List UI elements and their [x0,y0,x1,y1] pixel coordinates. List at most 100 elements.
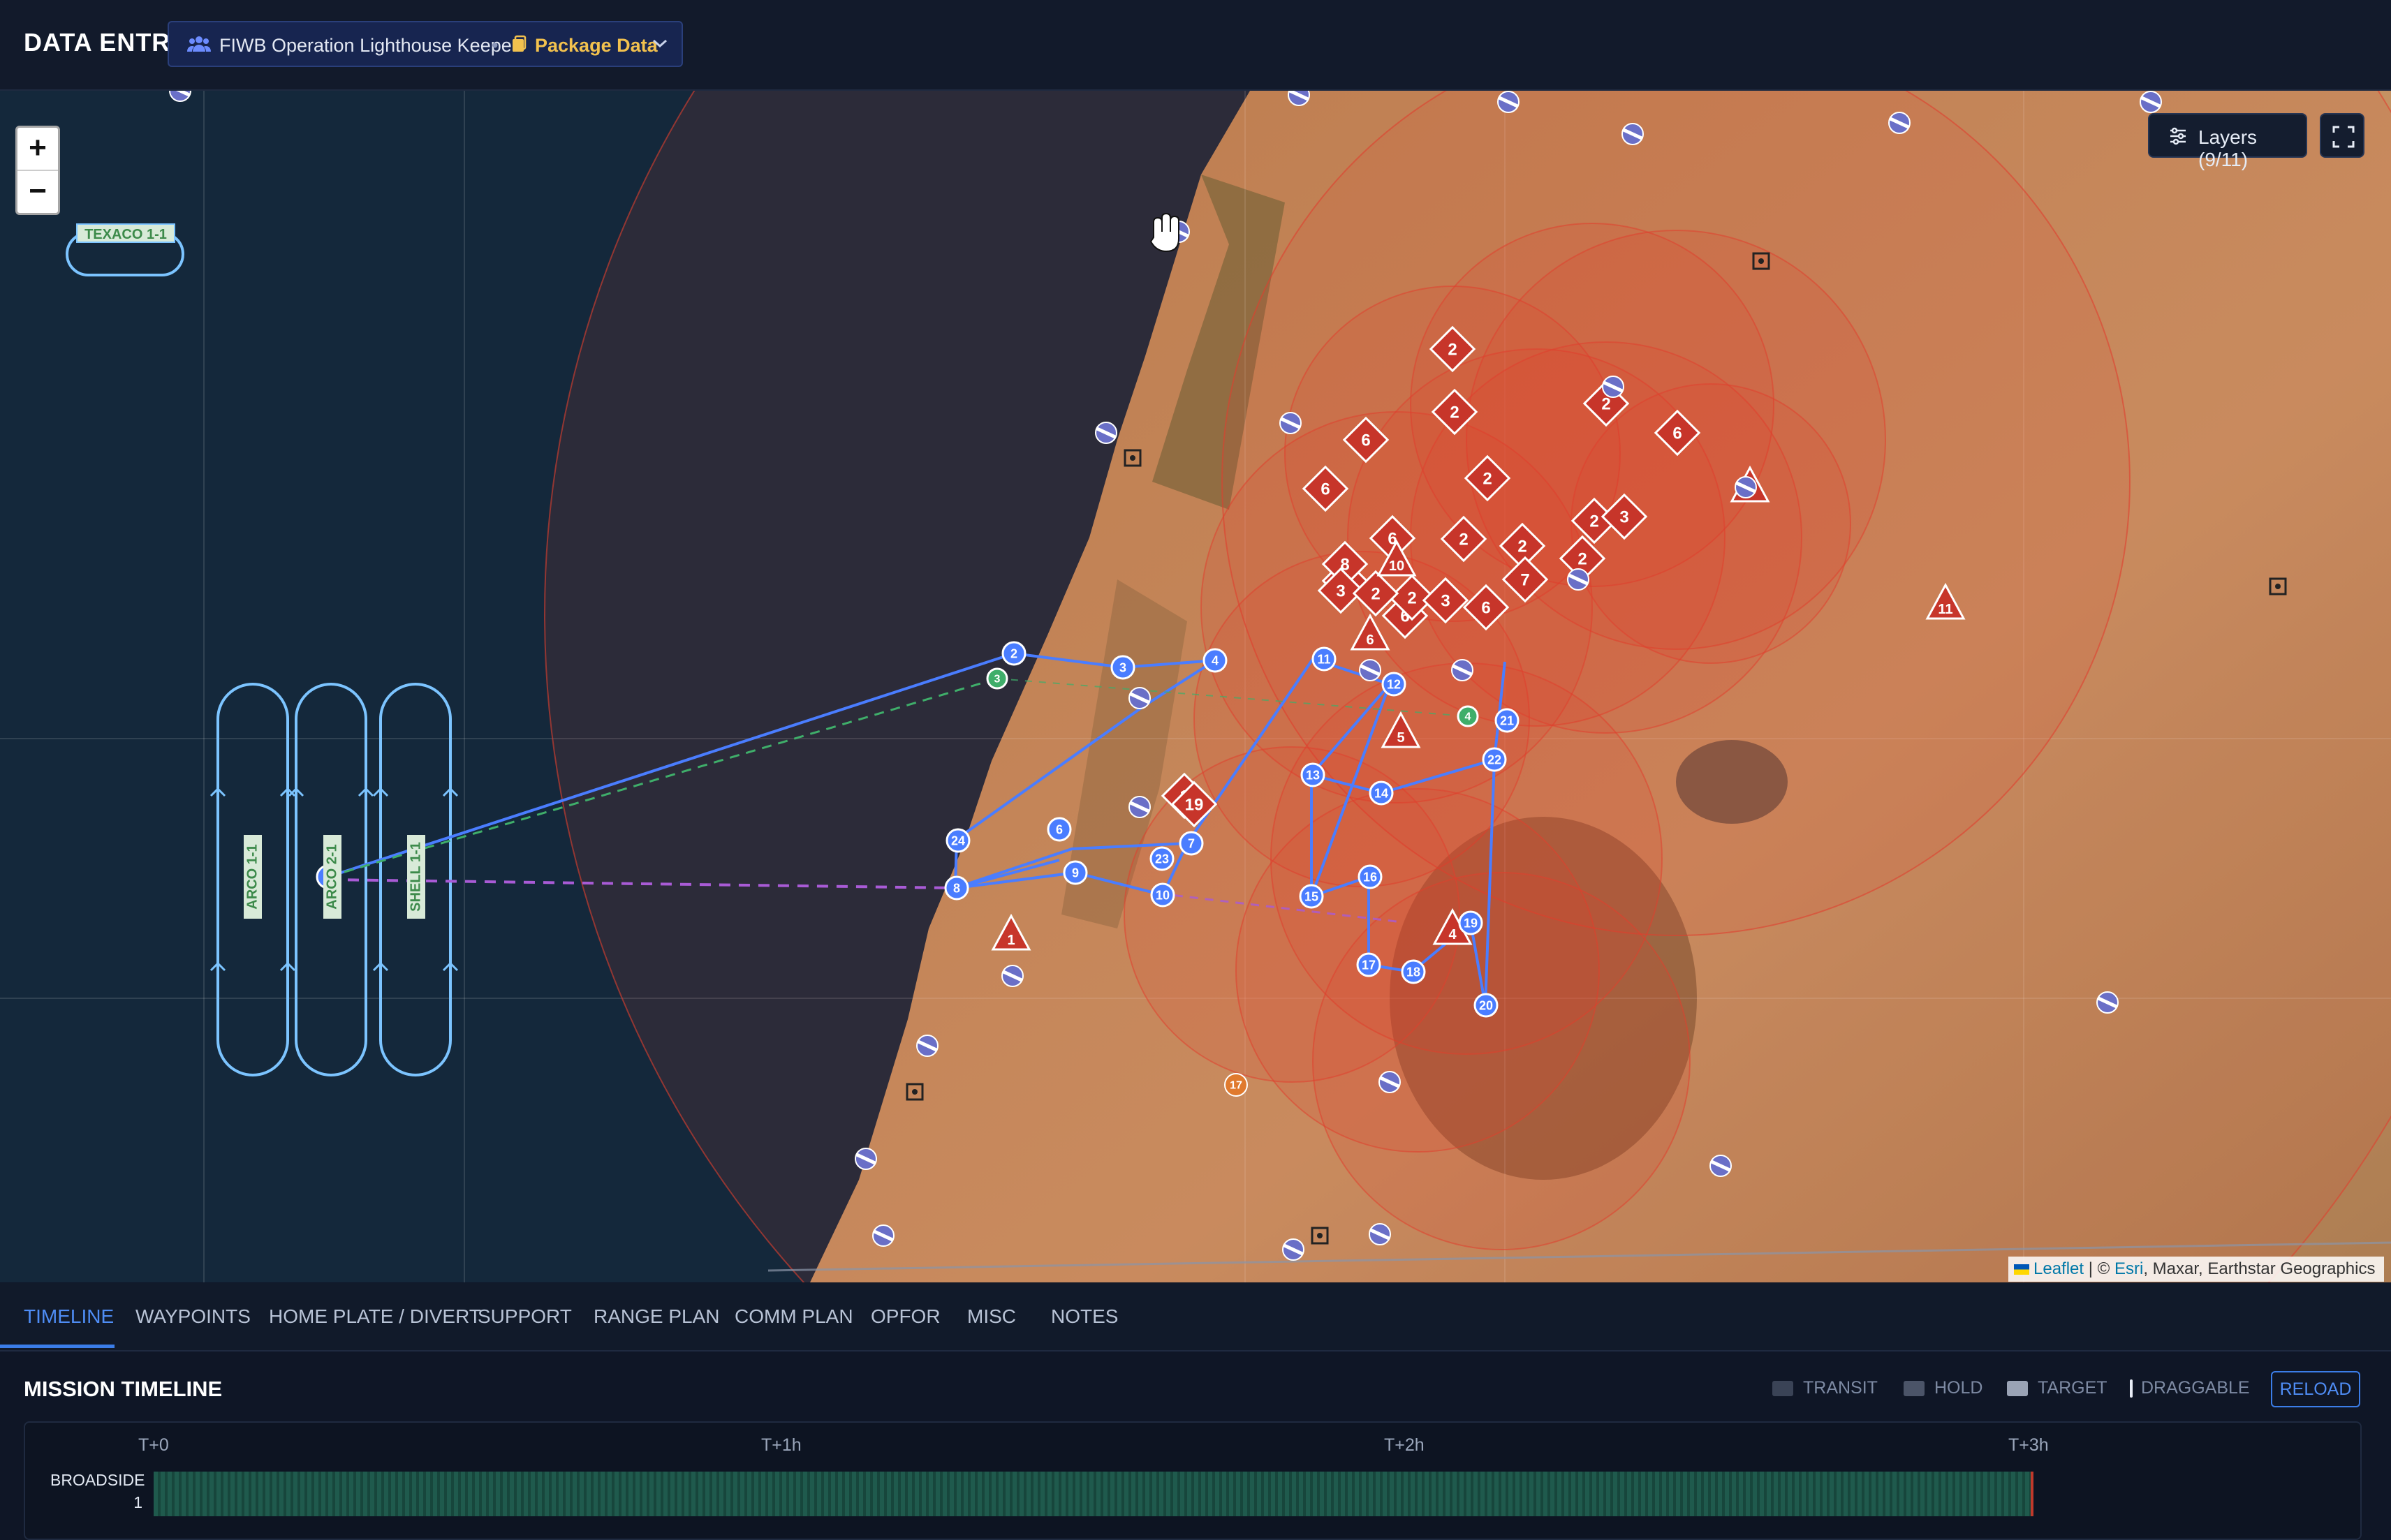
marker-label: 6 [1361,431,1370,450]
row-label-line1: BROADSIDE [50,1471,145,1489]
airfield-icon[interactable] [1128,687,1151,709]
airfield-icon[interactable] [1369,1223,1391,1245]
marker-label: 2 [1601,394,1610,413]
package-selector[interactable]: FIWB Operation Lighthouse Keeper • Packa… [168,21,683,67]
route-waypoint[interactable]: 3 [1110,655,1135,680]
chevron-down-icon [653,39,667,48]
marker-label: 1 [1007,933,1015,948]
route-waypoint[interactable]: 9 [1063,860,1088,885]
route-waypoint[interactable]: 6 [1047,817,1072,842]
tab-home-plate-divert[interactable]: HOME PLATE / DIVERT [269,1305,481,1328]
tanker-track-text: SHELL 1-1 [408,842,423,912]
route-waypoint[interactable]: 10 [1150,882,1175,908]
airfield-icon[interactable] [916,1035,939,1057]
marker-label: 20 [1479,998,1493,1012]
tick-t3h: T+3h [2008,1435,2049,1455]
esri-link[interactable]: Esri [2114,1259,2143,1278]
leaflet-link[interactable]: Leaflet [2033,1259,2084,1278]
airfield-icon[interactable] [2140,91,2162,113]
tick-t2h: T+2h [1384,1435,1425,1455]
tanker-track-label: TEXACO 1-1 [76,223,175,243]
route-waypoint[interactable]: 16 [1358,864,1383,889]
tab-notes[interactable]: NOTES [1051,1305,1118,1328]
route-waypoint[interactable]: 2 [1001,641,1027,666]
route-waypoint[interactable]: 17 [1356,952,1381,977]
route-waypoint[interactable]: 11 [1311,646,1337,672]
tanker-track-text: ARCO 2-1 [324,844,339,909]
legend-transit: TRANSIT [1803,1378,1878,1398]
marker-label: 2 [1371,584,1380,603]
timeline-row-label: BROADSIDE 1 [50,1469,145,1513]
route-waypoint[interactable]: 8 [944,875,969,901]
tab-comm-plan[interactable]: COMM PLAN [735,1305,853,1328]
tab-range-plan[interactable]: RANGE PLAN [594,1305,720,1328]
route-waypoint[interactable]: 21 [1494,708,1520,733]
orange-point[interactable]: 17 [1224,1073,1248,1097]
green-waypoint[interactable]: 4 [1457,705,1479,727]
operation-name: FIWB Operation Lighthouse Keeper [219,35,518,56]
airfield-icon[interactable] [1378,1071,1401,1093]
airfield-icon[interactable] [1001,965,1024,987]
route-waypoint[interactable]: 24 [946,828,971,853]
tab-support[interactable]: SUPPORT [478,1305,572,1328]
marker-label: 9 [1072,866,1079,880]
reload-button[interactable]: RELOAD [2271,1371,2360,1407]
marker-label: 3 [1619,508,1628,526]
airfield-icon[interactable] [2096,991,2119,1014]
route-waypoint[interactable]: 18 [1401,959,1426,984]
route-waypoint[interactable]: 19 [1458,910,1483,935]
airfield-icon[interactable] [1497,91,1520,113]
airfield-icon[interactable] [872,1224,895,1247]
tab-opfor[interactable]: OPFOR [871,1305,941,1328]
zoom-in-button[interactable]: + [17,128,58,171]
airfield-icon[interactable] [1709,1155,1732,1177]
airfield-icon[interactable] [1451,659,1473,681]
tanker-track-label: ARCO 1-1 [244,835,262,919]
tanker-track-text: TEXACO 1-1 [84,227,167,242]
map-view[interactable]: 2626226226368327623223119910651114123467… [0,91,2391,1282]
attribution-text: , Maxar, Earthstar Geographics [2143,1259,2376,1278]
fullscreen-button[interactable] [2320,113,2364,158]
route-waypoint[interactable]: 14 [1369,780,1394,806]
airfield-icon[interactable] [1735,476,1757,498]
tanker-track-label: SHELL 1-1 [407,835,425,919]
marker-label: 2 [1577,549,1587,568]
airfield-icon[interactable] [1359,659,1381,681]
airfield-icon[interactable] [1282,1238,1304,1261]
route-waypoint[interactable]: 12 [1381,672,1406,697]
marker-label: 11 [1317,652,1330,666]
airfield-icon[interactable] [1888,112,1911,134]
timeline-bar-broadside-1[interactable] [154,1472,2033,1516]
layers-button[interactable]: Layers (9/11) [2148,113,2307,170]
tab-timeline[interactable]: TIMELINE [24,1305,114,1328]
timeline-bar-end-marker [2031,1472,2033,1516]
route-waypoint[interactable]: 15 [1299,884,1324,909]
airfield-icon[interactable] [1567,568,1589,591]
row-label-line2: 1 [133,1493,142,1511]
top-bar: DATA ENTRY FIWB Operation Lighthouse Kee… [0,0,2391,91]
route-waypoint[interactable]: 7 [1179,831,1204,856]
route-waypoint[interactable]: 23 [1149,846,1175,871]
airfield-icon[interactable] [1602,376,1624,398]
airfield-icon[interactable] [1288,91,1310,106]
green-waypoint[interactable]: 3 [986,667,1008,690]
transit-swatch [1772,1381,1793,1396]
zoom-out-button[interactable]: − [17,171,58,213]
route-waypoint[interactable]: 20 [1473,993,1499,1018]
map-canvas[interactable]: 2626226226368327623223119910651114123467… [0,91,2391,1282]
route-waypoint[interactable]: 22 [1482,747,1507,772]
marker-label: 13 [1306,768,1320,782]
airfield-icon[interactable] [1621,123,1644,145]
marker-label: 4 [1465,711,1471,723]
marker-label: 21 [1500,713,1514,727]
marker-label: 17 [1362,958,1376,972]
airfield-icon[interactable] [1279,412,1302,434]
tab-waypoints[interactable]: WAYPOINTS [135,1305,251,1328]
route-waypoint[interactable]: 13 [1300,762,1325,787]
tab-misc[interactable]: MISC [967,1305,1016,1328]
marker-label: 22 [1487,753,1501,767]
airfield-icon[interactable] [855,1148,877,1170]
route-waypoint[interactable]: 4 [1202,648,1228,673]
airfield-icon[interactable] [1095,422,1117,444]
airfield-icon[interactable] [1128,796,1151,818]
